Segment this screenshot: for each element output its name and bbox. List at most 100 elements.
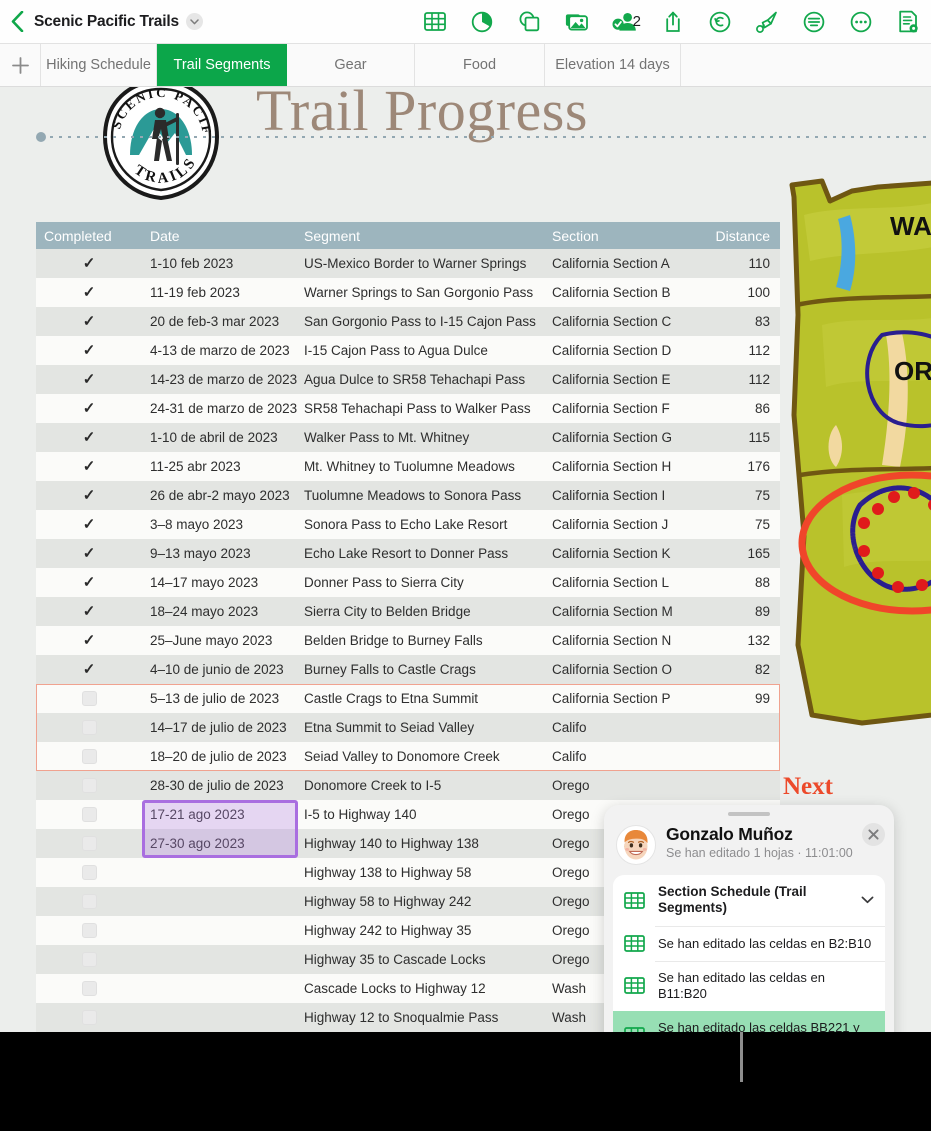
cell-section[interactable]: California Section M (552, 597, 700, 626)
cell-completed[interactable] (36, 742, 142, 771)
cell-completed[interactable] (36, 771, 142, 800)
checkmark-icon[interactable] (82, 488, 97, 503)
cell-completed[interactable] (36, 336, 142, 365)
document-options-button[interactable] (884, 0, 931, 44)
cell-distance[interactable] (700, 742, 780, 771)
table-row[interactable]: 28-30 de julio de 2023 Donomore Creek to … (36, 771, 780, 800)
insert-media-button[interactable] (553, 0, 600, 44)
cell-distance[interactable]: 100 (700, 278, 780, 307)
cell-date[interactable]: 1-10 feb 2023 (142, 249, 300, 278)
cell-completed[interactable] (36, 423, 142, 452)
tab-gear[interactable]: Gear (287, 44, 415, 86)
cell-section[interactable]: California Section O (552, 655, 700, 684)
cell-distance[interactable]: 112 (700, 365, 780, 394)
checkbox-empty-icon[interactable] (81, 691, 97, 706)
cell-date[interactable] (142, 1003, 300, 1032)
cell-segment[interactable]: Mt. Whitney to Tuolumne Meadows (300, 452, 552, 481)
cell-completed[interactable] (36, 568, 142, 597)
cell-date[interactable] (142, 887, 300, 916)
tab-hiking-schedule[interactable]: Hiking Schedule (41, 44, 157, 86)
cell-distance[interactable]: 176 (700, 452, 780, 481)
back-button[interactable] (0, 11, 34, 32)
cell-date[interactable] (142, 945, 300, 974)
cell-segment[interactable]: Highway 12 to Snoqualmie Pass (300, 1003, 552, 1032)
cell-distance[interactable]: 86 (700, 394, 780, 423)
table-row[interactable]: 3–8 mayo 2023Sonora Pass to Echo Lake Re… (36, 510, 780, 539)
cell-segment[interactable]: Tuolumne Meadows to Sonora Pass (300, 481, 552, 510)
cell-segment[interactable]: Highway 138 to Highway 58 (300, 858, 552, 887)
table-row[interactable]: 14–17 de julio de 2023 Etna Summit to Sei… (36, 713, 780, 742)
cell-distance[interactable]: 165 (700, 539, 780, 568)
column-header-segment[interactable]: Segment (300, 222, 552, 249)
cell-completed[interactable] (36, 307, 142, 336)
cell-segment[interactable]: Donomore Creek to I-5 (300, 771, 552, 800)
cell-date[interactable]: 3–8 mayo 2023 (142, 510, 300, 539)
checkbox-empty-icon[interactable] (81, 836, 97, 851)
cell-date[interactable]: 14-23 de marzo de 2023 (142, 365, 300, 394)
cell-date[interactable]: 24-31 de marzo de 2023 (142, 394, 300, 423)
cell-completed[interactable] (36, 974, 142, 1003)
cell-date[interactable]: 11-19 feb 2023 (142, 278, 300, 307)
cell-segment[interactable]: SR58 Tehachapi Pass to Walker Pass (300, 394, 552, 423)
cell-date[interactable]: 28-30 de julio de 2023 (142, 771, 300, 800)
cell-date[interactable]: 14–17 mayo 2023 (142, 568, 300, 597)
checkbox-empty-icon[interactable] (81, 894, 97, 909)
cell-completed[interactable] (36, 945, 142, 974)
cell-completed[interactable] (36, 597, 142, 626)
cell-distance[interactable]: 75 (700, 481, 780, 510)
table-row[interactable]: 14-23 de marzo de 2023Agua Dulce to SR58… (36, 365, 780, 394)
table-row[interactable]: 18–20 de julio de 2023 Seiad Valley to Do… (36, 742, 780, 771)
checkmark-icon[interactable] (82, 633, 97, 648)
cell-distance[interactable]: 99 (700, 684, 780, 713)
table-row[interactable]: 11-25 abr 2023Mt. Whitney to Tuolumne Me… (36, 452, 780, 481)
cell-completed[interactable] (36, 684, 142, 713)
cell-completed[interactable] (36, 858, 142, 887)
cell-section[interactable]: California Section J (552, 510, 700, 539)
cell-segment[interactable]: Echo Lake Resort to Donner Pass (300, 539, 552, 568)
cell-segment[interactable]: Etna Summit to Seiad Valley (300, 713, 552, 742)
cell-segment[interactable]: Belden Bridge to Burney Falls (300, 626, 552, 655)
tab-elevation-14-days[interactable]: Elevation 14 days (545, 44, 681, 86)
cell-distance[interactable]: 110 (700, 249, 780, 278)
column-header-date[interactable]: Date (142, 222, 300, 249)
checkbox-empty-icon[interactable] (81, 749, 97, 764)
insert-chart-button[interactable] (459, 0, 506, 44)
table-row[interactable]: 9–13 mayo 2023Echo Lake Resort to Donner… (36, 539, 780, 568)
cell-segment[interactable]: Donner Pass to Sierra City (300, 568, 552, 597)
cell-date[interactable]: 5–13 de julio de 2023 (142, 684, 300, 713)
cell-date[interactable]: 20 de feb-3 mar 2023 (142, 307, 300, 336)
checkmark-icon[interactable] (82, 256, 97, 271)
more-options-button[interactable] (837, 0, 884, 44)
cell-section[interactable]: Califo (552, 742, 700, 771)
cell-section[interactable]: California Section E (552, 365, 700, 394)
cell-completed[interactable] (36, 452, 142, 481)
cell-completed[interactable] (36, 394, 142, 423)
cell-completed[interactable] (36, 916, 142, 945)
checkmark-icon[interactable] (82, 459, 97, 474)
cell-segment[interactable]: Cascade Locks to Highway 12 (300, 974, 552, 1003)
cell-completed[interactable] (36, 1003, 142, 1032)
collaborate-button[interactable]: 2 (600, 0, 649, 44)
table-row[interactable]: 4-13 de marzo de 2023I-15 Cajon Pass to … (36, 336, 780, 365)
checkmark-icon[interactable] (82, 372, 97, 387)
table-row[interactable]: 1-10 de abril de 2023Walker Pass to Mt. … (36, 423, 780, 452)
cell-distance[interactable]: 115 (700, 423, 780, 452)
cell-completed[interactable] (36, 510, 142, 539)
cell-date[interactable]: 18–24 mayo 2023 (142, 597, 300, 626)
cell-distance[interactable]: 83 (700, 307, 780, 336)
checkmark-icon[interactable] (82, 575, 97, 590)
cell-distance[interactable]: 82 (700, 655, 780, 684)
cell-segment[interactable]: I-5 to Highway 140 (300, 800, 552, 829)
cell-segment[interactable]: I-15 Cajon Pass to Agua Dulce (300, 336, 552, 365)
add-sheet-button[interactable] (0, 44, 41, 86)
table-row[interactable]: 14–17 mayo 2023Donner Pass to Sierra Cit… (36, 568, 780, 597)
cell-distance[interactable]: 75 (700, 510, 780, 539)
tab-food[interactable]: Food (415, 44, 545, 86)
share-button[interactable] (649, 0, 696, 44)
column-header-completed[interactable]: Completed (36, 222, 142, 249)
cell-segment[interactable]: Warner Springs to San Gorgonio Pass (300, 278, 552, 307)
cell-completed[interactable] (36, 481, 142, 510)
cell-completed[interactable] (36, 713, 142, 742)
cell-completed[interactable] (36, 829, 142, 858)
guide-handle[interactable] (36, 132, 46, 142)
